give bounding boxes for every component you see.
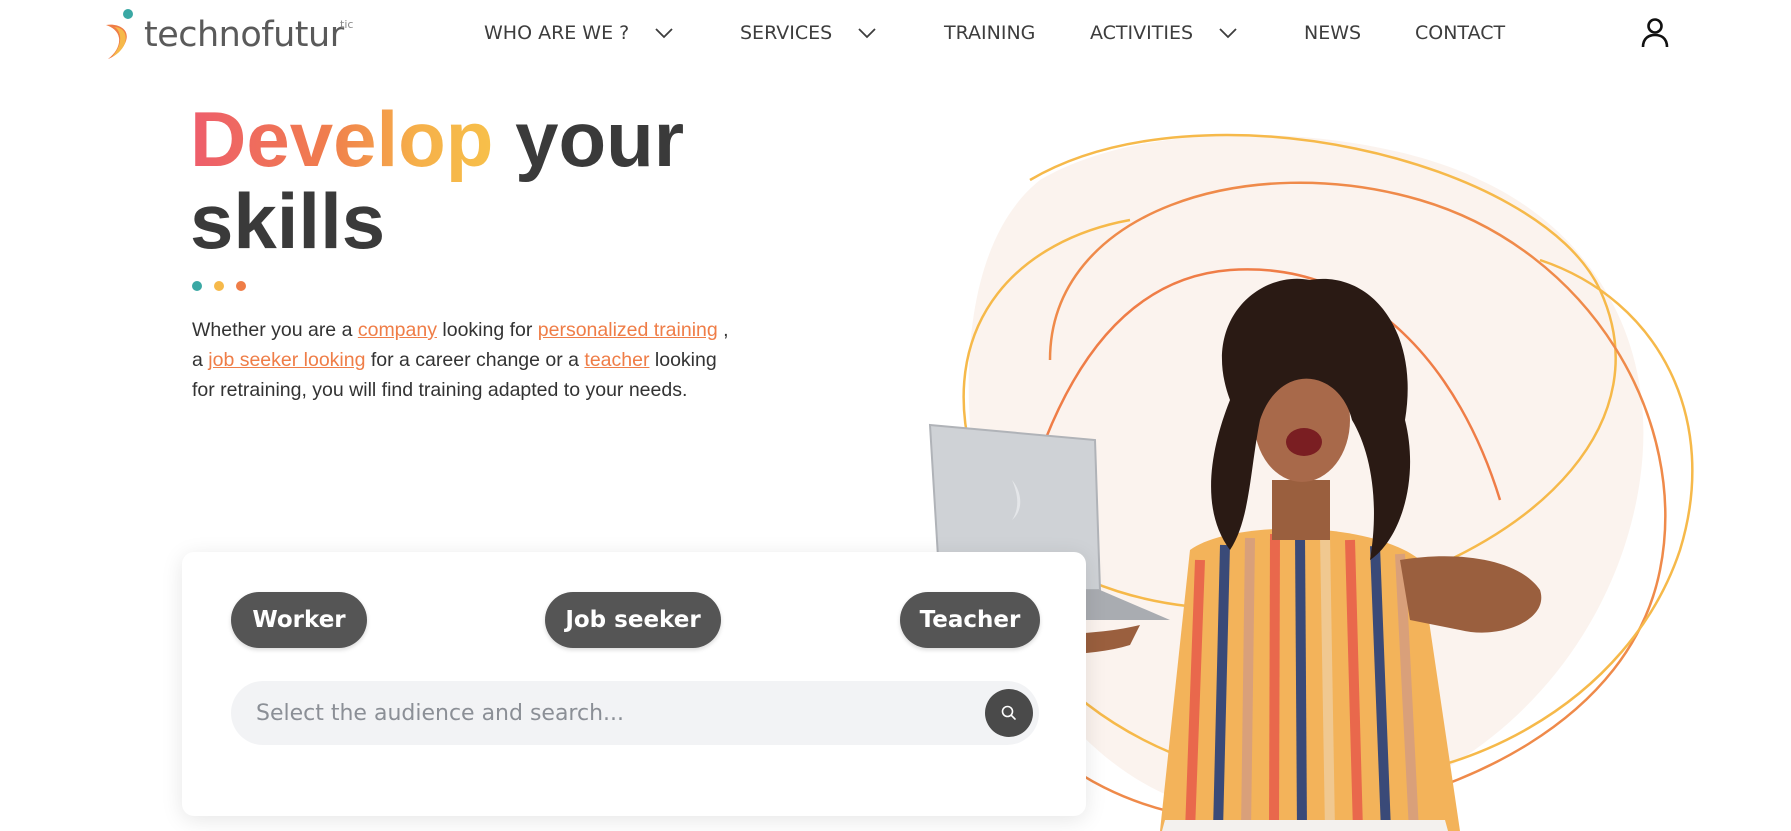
audience-job-seeker-button[interactable]: Job seeker <box>545 592 721 648</box>
nav-item-activities[interactable]: ACTIVITIES <box>1090 22 1237 44</box>
audience-worker-button[interactable]: Worker <box>231 592 367 648</box>
technofutur-logo-icon <box>106 9 133 59</box>
chevron-down-icon <box>1219 28 1237 39</box>
nav-item-who-are-we[interactable]: WHO ARE WE ? <box>484 22 673 44</box>
audience-teacher-button[interactable]: Teacher <box>900 592 1040 648</box>
technofutur-logo[interactable]: technofutur tic <box>100 4 360 64</box>
audience-search-card: Worker Job seeker Teacher <box>182 552 1086 816</box>
dot-orange <box>236 281 246 291</box>
search-input[interactable] <box>231 681 961 745</box>
nav-item-label: CONTACT <box>1415 22 1506 44</box>
decorative-dots <box>192 281 246 291</box>
search-icon <box>1001 705 1016 720</box>
link-job-seeker[interactable]: job seeker looking <box>208 349 365 371</box>
dot-teal <box>192 281 202 291</box>
page-title: Develop your skills <box>190 98 750 262</box>
user-icon[interactable] <box>1640 17 1670 49</box>
intro-text: for a career change or a <box>365 349 585 371</box>
chevron-down-icon <box>858 28 876 39</box>
intro-paragraph: Whether you are a company looking for pe… <box>192 315 732 405</box>
site-header: technofutur tic WHO ARE WE ? SERVICES TR… <box>0 0 1791 70</box>
nav-item-label: SERVICES <box>740 22 833 44</box>
intro-text: Whether you are a <box>192 319 358 341</box>
nav-item-services[interactable]: SERVICES <box>740 22 876 44</box>
link-teacher[interactable]: teacher <box>584 349 649 371</box>
brand-superscript: tic <box>340 18 354 31</box>
link-personalized-training[interactable]: personalized training <box>538 319 718 341</box>
nav-item-label: ACTIVITIES <box>1090 22 1194 44</box>
nav-item-label: NEWS <box>1304 22 1362 44</box>
link-company[interactable]: company <box>358 319 437 341</box>
search-button[interactable] <box>985 689 1033 737</box>
nav-item-label: TRAINING <box>944 22 1036 44</box>
title-highlight: Develop <box>190 95 494 183</box>
title-word-skills: skills <box>190 177 386 265</box>
title-word-your: your <box>515 95 685 183</box>
chevron-down-icon <box>655 28 673 39</box>
dot-yellow <box>214 281 224 291</box>
nav-item-label: WHO ARE WE ? <box>484 22 630 44</box>
intro-text: looking for <box>436 319 538 341</box>
nav-item-contact[interactable]: CONTACT <box>1415 22 1505 44</box>
nav-item-training[interactable]: TRAINING <box>944 22 1035 44</box>
search-bar <box>231 681 1039 745</box>
nav-item-news[interactable]: NEWS <box>1304 22 1361 44</box>
brand-name: technofutur <box>144 15 344 55</box>
